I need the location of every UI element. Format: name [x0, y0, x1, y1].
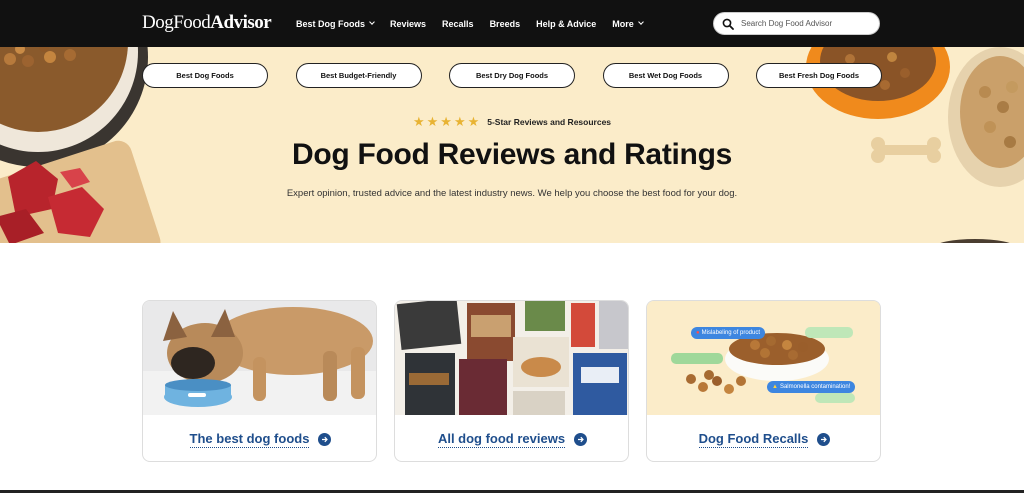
food-packages-image — [395, 301, 628, 415]
rating-text: 5-Star Reviews and Resources — [487, 116, 612, 127]
logo-text-regular: DogFood — [142, 12, 211, 33]
recall-alert-image: ● Mislabeling of product ▲ Salmonella cont… — [647, 301, 880, 415]
pill-best-dry-dog-foods[interactable]: Best Dry Dog Foods — [449, 63, 575, 88]
nav-item-label: Help & Advice — [536, 18, 597, 29]
arrow-right-icon[interactable] — [574, 432, 588, 446]
search-box[interactable] — [713, 12, 880, 35]
nav-item-label: Best Dog Foods — [296, 18, 365, 29]
hero-banner: Best Dog Foods Best Budget-Friendly Best… — [0, 47, 1024, 243]
alert-bubble-mislabeling: ● Mislabeling of product — [691, 327, 765, 339]
nav-item-label: Reviews — [390, 18, 427, 29]
arrow-right-icon[interactable] — [318, 432, 332, 446]
pill-best-budget-friendly[interactable]: Best Budget-Friendly — [295, 63, 422, 88]
nav-item-reviews[interactable]: Reviews — [390, 19, 426, 29]
main-nav: Best Dog Foods Reviews Recalls Breeds He… — [296, 0, 659, 47]
card-recalls[interactable]: ● Mislabeling of product ▲ Salmonella cont… — [646, 300, 881, 462]
nav-item-help-advice[interactable]: Help & Advice — [536, 19, 596, 29]
star-icon: ★ — [412, 114, 425, 129]
card-link[interactable]: The best dog foods — [143, 415, 376, 461]
site-header: DogFoodAdvisor Best Dog Foods Reviews Re… — [0, 0, 1024, 47]
page-subtitle: Expert opinion, trusted advice and the l… — [286, 188, 738, 199]
quick-links: Best Dog Foods Best Budget-Friendly Best… — [142, 63, 882, 88]
page-title: Dog Food Reviews and Ratings — [292, 138, 732, 171]
nav-item-recalls[interactable]: Recalls — [442, 19, 474, 29]
search-input[interactable] — [741, 19, 871, 28]
card-all-reviews[interactable]: All dog food reviews — [394, 300, 629, 462]
chevron-down-icon — [369, 19, 375, 25]
card-label: The best dog foods — [189, 430, 310, 448]
rating-row: ★ ★ ★ ★ ★ 5-Star Reviews and Resources — [0, 115, 1024, 128]
card-link[interactable]: Dog Food Recalls — [647, 415, 880, 461]
card-best-dog-foods[interactable]: The best dog foods — [142, 300, 377, 462]
pill-best-wet-dog-foods[interactable]: Best Wet Dog Foods — [602, 63, 729, 88]
alert-bubble-text: Mislabeling of product — [701, 330, 760, 336]
logo-text-bold: Advisor — [210, 12, 272, 33]
dog-eating-image — [143, 301, 376, 415]
warning-icon: ▲ — [772, 384, 778, 390]
alert-bubble-salmonella: ▲ Salmonella contamination! — [767, 381, 856, 393]
nav-item-label: More — [612, 18, 634, 29]
star-icon: ★ — [440, 114, 452, 129]
warning-icon: ● — [696, 330, 700, 336]
alert-bubble-text: Salmonella contamination! — [779, 384, 851, 390]
nav-item-label: Breeds — [489, 18, 521, 29]
card-label: Dog Food Recalls — [698, 430, 809, 448]
nav-item-best-dog-foods[interactable]: Best Dog Foods — [296, 18, 375, 29]
arrow-right-icon[interactable] — [817, 432, 831, 446]
pill-best-fresh-dog-foods[interactable]: Best Fresh Dog Foods — [756, 63, 882, 88]
star-icon: ★ — [426, 114, 439, 129]
pill-best-dog-foods[interactable]: Best Dog Foods — [142, 63, 268, 88]
site-logo[interactable]: DogFoodAdvisor — [142, 12, 272, 34]
card-link[interactable]: All dog food reviews — [395, 415, 628, 461]
nav-item-label: Recalls — [442, 18, 474, 29]
search-icon[interactable] — [720, 16, 736, 32]
star-icon: ★ — [467, 114, 480, 129]
nav-item-breeds[interactable]: Breeds — [490, 19, 521, 29]
star-icon: ★ — [453, 114, 466, 129]
card-label: All dog food reviews — [437, 430, 566, 448]
bowl-rim-bottom-right — [940, 239, 1010, 243]
chevron-down-icon — [637, 19, 644, 25]
nav-item-more[interactable]: More — [612, 18, 644, 29]
